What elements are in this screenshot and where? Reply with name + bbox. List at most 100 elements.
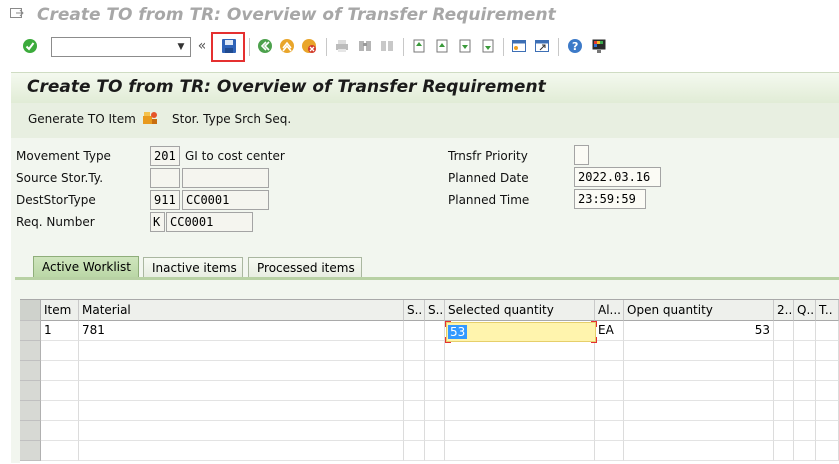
table-cell	[624, 361, 774, 381]
row-selector[interactable]	[20, 361, 41, 381]
table-cell[interactable]	[445, 441, 595, 461]
row-selector[interactable]	[20, 421, 41, 441]
tab-strip-divider	[15, 277, 839, 280]
column-header-s1[interactable]: S..	[404, 300, 425, 321]
table-cell	[425, 401, 445, 421]
table-cell	[79, 401, 404, 421]
column-header-material[interactable]: Material	[79, 300, 404, 321]
shortcut-icon[interactable]	[532, 36, 552, 56]
planned-time-field[interactable]: 23:59:59	[574, 189, 646, 209]
row-selector[interactable]	[20, 441, 41, 461]
exit-icon[interactable]	[277, 36, 297, 56]
row-selector[interactable]	[20, 341, 41, 361]
table-cell	[624, 421, 774, 441]
req-number-field[interactable]: CC0001	[166, 212, 253, 232]
save-button-highlight	[211, 32, 245, 62]
planned-time-label: Planned Time	[448, 193, 530, 207]
customize-layout-icon[interactable]	[589, 36, 609, 56]
source-stor-type-field[interactable]	[150, 168, 180, 188]
items-table: Item Material S.. S.. Selected quantity …	[20, 299, 839, 464]
focus-corner-icon	[591, 321, 597, 327]
table-cell	[794, 441, 816, 461]
table-cell	[41, 401, 79, 421]
cancel-icon[interactable]	[299, 36, 319, 56]
first-page-icon[interactable]	[409, 36, 429, 56]
table-cell	[595, 341, 624, 361]
table-cell	[774, 421, 794, 441]
movement-type-field[interactable]: 201	[150, 146, 180, 166]
print-icon[interactable]	[332, 36, 352, 56]
column-header-selected-quantity[interactable]: Selected quantity	[445, 300, 595, 321]
table-cell	[624, 401, 774, 421]
find-icon[interactable]	[355, 36, 375, 56]
table-cell	[624, 381, 774, 401]
generate-to-item-button[interactable]: Generate TO Item	[28, 112, 136, 126]
svg-text:?: ?	[572, 40, 578, 53]
selected-quantity-input[interactable]: 53	[446, 322, 596, 342]
last-page-icon[interactable]	[478, 36, 498, 56]
table-cell	[794, 341, 816, 361]
table-cell	[425, 381, 445, 401]
table-cell[interactable]	[445, 361, 595, 381]
transfer-priority-field[interactable]	[574, 145, 589, 165]
table-cell	[425, 441, 445, 461]
table-cell	[404, 341, 425, 361]
row-selector[interactable]	[20, 381, 41, 401]
stor-type-srch-seq-button[interactable]: Stor. Type Srch Seq.	[172, 112, 291, 126]
req-number-label: Req. Number	[16, 215, 95, 229]
movement-type-text: GI to cost center	[185, 149, 285, 163]
page-title: Create TO from TR: Overview of Transfer …	[27, 77, 546, 97]
source-stor-type-text	[182, 168, 269, 188]
table-cell[interactable]	[445, 341, 595, 361]
help-icon[interactable]: ?	[565, 36, 585, 56]
tab-processed-items[interactable]: Processed items	[248, 257, 362, 278]
column-header-open-quantity[interactable]: Open quantity	[624, 300, 774, 321]
focus-corner-icon	[445, 321, 451, 327]
column-header-2[interactable]: 2..	[774, 300, 794, 321]
exit-screen-icon[interactable]	[10, 8, 24, 20]
table-cell	[816, 401, 839, 421]
table-cell	[79, 381, 404, 401]
tab-inactive-items[interactable]: Inactive items	[143, 257, 243, 278]
row-selector[interactable]	[20, 321, 41, 341]
table-cell: 781	[79, 321, 404, 341]
chevron-down-icon[interactable]: ▼	[172, 38, 190, 56]
table-cell	[624, 341, 774, 361]
stor-type-icon[interactable]	[142, 110, 158, 129]
next-page-icon[interactable]	[455, 36, 475, 56]
table-cell	[774, 321, 794, 341]
collapse-icon[interactable]: «	[196, 36, 208, 56]
dest-stor-type-field[interactable]: 911	[150, 190, 180, 210]
source-stor-type-label: Source Stor.Ty.	[16, 171, 104, 185]
column-header-t[interactable]: T..	[816, 300, 839, 321]
row-selector[interactable]	[20, 401, 41, 421]
standard-toolbar: ▼ « ?	[0, 30, 839, 64]
table-cell	[404, 361, 425, 381]
column-header-q[interactable]: Q..	[794, 300, 816, 321]
req-type-field[interactable]: K	[150, 212, 165, 232]
select-all-button[interactable]	[20, 300, 41, 321]
back-icon[interactable]	[255, 36, 275, 56]
column-header-s2[interactable]: S..	[425, 300, 445, 321]
table-cell[interactable]	[445, 381, 595, 401]
table-cell	[595, 361, 624, 381]
table-cell	[816, 441, 839, 461]
tab-active-worklist[interactable]: Active Worklist	[33, 256, 139, 278]
table-cell	[774, 441, 794, 461]
find-next-icon[interactable]	[377, 36, 397, 56]
table-cell[interactable]	[445, 421, 595, 441]
planned-date-field[interactable]: 2022.03.16	[574, 167, 661, 187]
enter-icon[interactable]	[20, 36, 40, 56]
command-field[interactable]: ▼	[51, 37, 191, 57]
table-cell	[816, 321, 839, 341]
table-cell	[624, 441, 774, 461]
table-cell: EA	[595, 321, 624, 341]
new-session-icon[interactable]	[509, 36, 529, 56]
previous-page-icon[interactable]	[432, 36, 452, 56]
table-cell	[794, 381, 816, 401]
column-header-alt-unit[interactable]: Al...	[595, 300, 624, 321]
focus-corner-icon	[445, 337, 451, 343]
table-cell	[595, 401, 624, 421]
column-header-item[interactable]: Item	[41, 300, 79, 321]
table-cell[interactable]	[445, 401, 595, 421]
